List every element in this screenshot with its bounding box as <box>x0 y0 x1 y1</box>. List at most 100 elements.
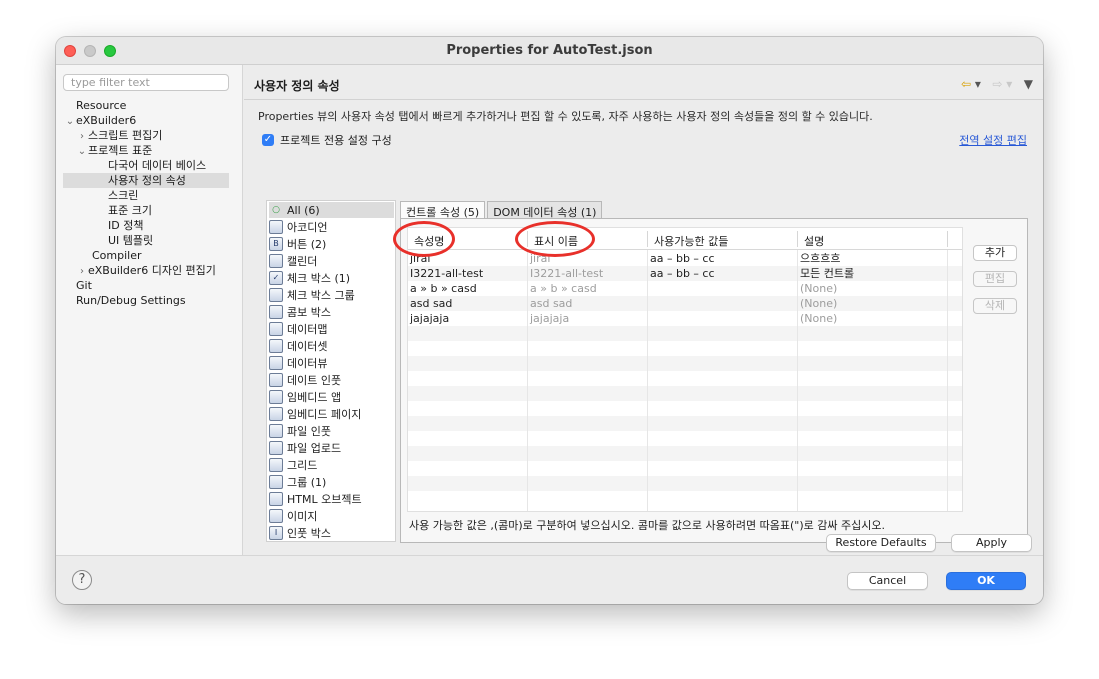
control-type-label: 그리드 <box>287 459 318 472</box>
tree-item[interactable]: ⌄ eXBuilder6 <box>64 113 136 128</box>
tree-item-label: Git <box>76 279 92 292</box>
control-type-item[interactable]: 이미지 <box>269 508 394 524</box>
tree-item[interactable]: 스크린 <box>108 188 138 203</box>
combobox-icon <box>269 305 283 319</box>
control-type-item[interactable]: 파일 인풋 <box>269 423 394 439</box>
control-type-item[interactable]: ○ All (6) <box>269 202 394 218</box>
forward-dropdown-icon[interactable]: ▾ <box>1006 77 1012 91</box>
table-row[interactable]: asd sad asd sad (None) <box>408 296 962 311</box>
table-row[interactable]: jirai jirai aa – bb – cc 으흐흐흐 <box>408 251 962 266</box>
tree-item[interactable]: 표준 크기 <box>108 203 152 218</box>
tree-item[interactable]: Compiler <box>92 248 142 263</box>
embedded-app-icon <box>269 390 283 404</box>
control-type-item[interactable]: HTML 오브젝트 <box>269 491 394 507</box>
values-hint: 사용 가능한 값은 ,(콤마)로 구분하여 넣으십시오. 콤마를 값으로 사용하… <box>409 519 885 532</box>
chevron-icon[interactable]: › <box>76 129 88 144</box>
control-type-item[interactable]: 데이터맵 <box>269 321 394 337</box>
tree-item[interactable]: › 스크립트 편집기 <box>76 128 162 143</box>
chevron-icon[interactable]: ⌄ <box>64 114 76 129</box>
table-row <box>408 476 962 491</box>
page-title: 사용자 정의 속성 <box>254 79 340 93</box>
window-title: Properties for AutoTest.json <box>446 43 653 58</box>
tree-item[interactable]: › eXBuilder6 디자인 편집기 <box>76 263 216 278</box>
table-row <box>408 431 962 446</box>
view-menu-icon[interactable]: ▼ <box>1024 77 1033 91</box>
tree-item-label: UI 템플릿 <box>108 234 154 247</box>
filter-input[interactable]: type filter text <box>63 74 229 91</box>
tree-item[interactable]: Run/Debug Settings <box>76 293 186 308</box>
control-type-item[interactable]: B 버튼 (2) <box>269 236 394 252</box>
tree-item-label: 다국어 데이터 베이스 <box>108 159 207 172</box>
control-type-item[interactable]: 그룹 (1) <box>269 474 394 490</box>
chevron-icon[interactable]: › <box>76 264 88 279</box>
tree-item[interactable]: 다국어 데이터 베이스 <box>108 158 206 173</box>
tree-item-label: ID 정책 <box>108 219 144 232</box>
page-description: Properties 뷰의 사용자 속성 탭에서 빠르게 추가하거나 편집 할 … <box>258 110 873 123</box>
control-type-item[interactable]: 데이터셋 <box>269 338 394 354</box>
column-divider <box>947 231 948 247</box>
tree-item-label: 스크립트 편집기 <box>88 129 163 142</box>
control-type-item[interactable]: 데이터뷰 <box>269 355 394 371</box>
tree-item[interactable]: UI 템플릿 <box>108 233 153 248</box>
control-type-item[interactable]: ✓ 체크 박스 (1) <box>269 270 394 286</box>
control-type-item[interactable]: 체크 박스 그룹 <box>269 287 394 303</box>
help-icon[interactable]: ? <box>72 570 92 590</box>
control-type-item[interactable]: 캘린더 <box>269 253 394 269</box>
back-dropdown-icon[interactable]: ▾ <box>975 77 981 91</box>
forward-arrow-icon[interactable]: ⇨ <box>992 77 1002 91</box>
fileinput-icon <box>269 424 283 438</box>
table-cell: asd sad <box>410 297 453 310</box>
image-icon <box>269 509 283 523</box>
table-row <box>408 416 962 431</box>
tree-item[interactable]: Resource <box>76 98 126 113</box>
control-type-item[interactable]: 그리드 <box>269 457 394 473</box>
tab-dom-data-properties[interactable]: DOM 데이터 속성 (1) <box>487 201 603 219</box>
column-header-available-values[interactable]: 사용가능한 값들 <box>654 233 728 249</box>
cancel-button[interactable]: Cancel <box>847 572 928 590</box>
control-type-label: 인풋 박스 <box>287 527 331 540</box>
table-row[interactable]: I3221-all-test I3221-all-test aa – bb – cc… <box>408 266 962 281</box>
back-arrow-icon[interactable]: ⇦ <box>961 77 971 91</box>
global-settings-link[interactable]: 전역 설정 편집 <box>959 132 1027 148</box>
apply-button[interactable]: Apply <box>951 534 1032 552</box>
control-type-item[interactable]: 임베디드 페이지 <box>269 406 394 422</box>
table-cell: I3221-all-test <box>530 267 604 280</box>
control-type-item[interactable]: 아코디언 <box>269 219 394 235</box>
tree-item[interactable]: ⌄ 프로젝트 표준 <box>76 143 152 158</box>
tree-item-label: Resource <box>76 99 127 112</box>
dataview-icon <box>269 356 283 370</box>
tab-control-properties[interactable]: 컨트롤 속성 (5) <box>400 201 486 219</box>
control-type-item[interactable]: 임베디드 앱 <box>269 389 394 405</box>
delete-button[interactable]: 삭제 <box>973 298 1017 314</box>
tree-item[interactable]: Git <box>76 278 92 293</box>
edit-button[interactable]: 편집 <box>973 271 1017 287</box>
control-type-item[interactable]: 콤보 박스 <box>269 304 394 320</box>
control-type-label: 버튼 (2) <box>287 238 327 251</box>
control-type-label: 데이터뷰 <box>287 357 328 370</box>
dialog-button-bar: ? Cancel OK <box>56 555 1043 604</box>
bullet-icon: ○ <box>272 205 280 215</box>
add-button[interactable]: 추가 <box>973 245 1017 261</box>
tab-panel: 속성명 표시 이름 사용가능한 값들 설명 jirai jirai aa – bb … <box>393 218 1028 543</box>
tree-item-label: Run/Debug Settings <box>76 294 186 307</box>
control-type-item[interactable]: 파일 업로드 <box>269 440 394 456</box>
project-settings-checkbox[interactable]: ✓ 프로젝트 전용 설정 구성 <box>262 132 392 148</box>
chevron-icon[interactable]: ⌄ <box>76 144 88 159</box>
html-object-icon <box>269 492 283 506</box>
control-type-label: 임베디드 페이지 <box>287 408 362 421</box>
table-row[interactable]: a » b » casd a » b » casd (None) <box>408 281 962 296</box>
inputbox-icon: I <box>269 526 283 540</box>
tree-item[interactable]: 사용자 정의 속성 <box>63 173 229 188</box>
column-divider <box>647 231 648 247</box>
tree-item[interactable]: ID 정책 <box>108 218 143 233</box>
restore-defaults-button[interactable]: Restore Defaults <box>826 534 936 552</box>
column-header-description[interactable]: 설명 <box>804 233 824 249</box>
table-row[interactable]: jajajaja jajajaja (None) <box>408 311 962 326</box>
embedded-page-icon <box>269 407 283 421</box>
control-type-label: 임베디드 앱 <box>287 391 342 404</box>
annotation-circle <box>515 221 595 257</box>
control-type-item[interactable]: 데이트 인풋 <box>269 372 394 388</box>
control-type-item[interactable]: I 인풋 박스 <box>269 525 394 541</box>
ok-button[interactable]: OK <box>946 572 1026 590</box>
table-row <box>408 386 962 401</box>
